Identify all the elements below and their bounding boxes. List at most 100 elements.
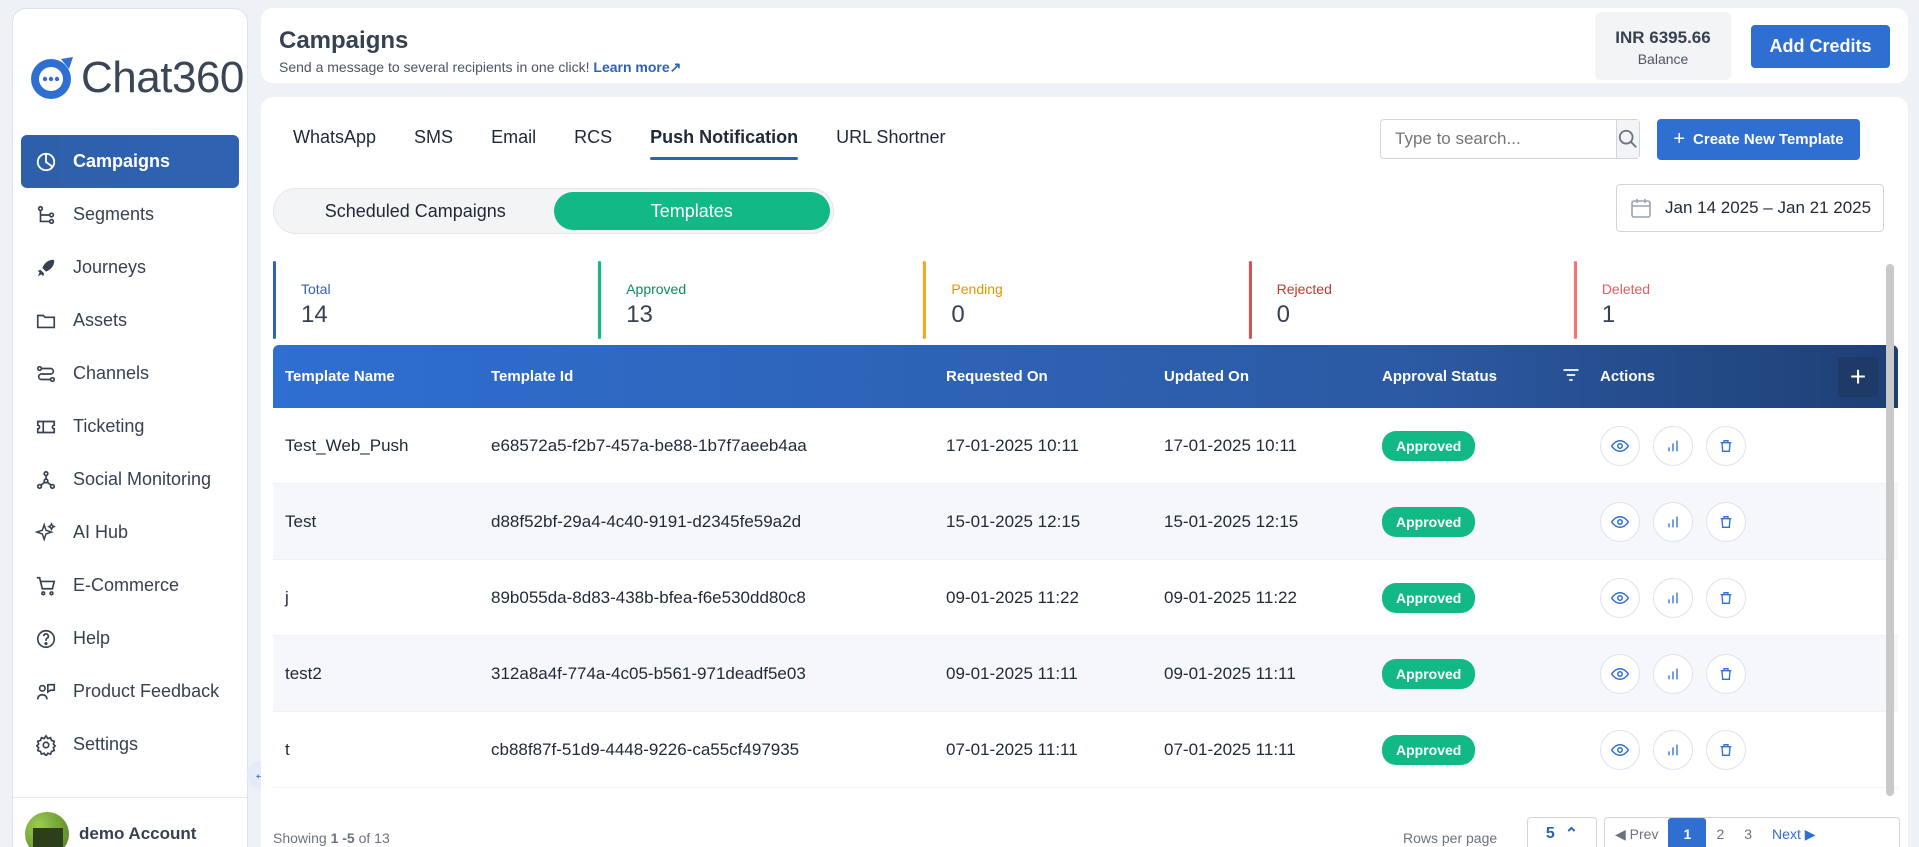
analytics-button[interactable] <box>1653 653 1693 694</box>
sidebar-item-label: Ticketing <box>73 416 145 436</box>
row-actions <box>1600 501 1898 542</box>
showing-prefix: Showing <box>273 830 331 846</box>
sidebar-item-label: Segments <box>73 204 155 224</box>
eye-icon <box>1611 743 1629 756</box>
delete-button[interactable] <box>1706 577 1746 618</box>
sparkle-icon <box>35 521 56 542</box>
search-icon <box>1618 129 1637 148</box>
create-new-template-button[interactable]: + Create New Template <box>1657 119 1860 160</box>
sidebar-item-journeys[interactable]: Journeys <box>21 241 239 294</box>
chevron-up-icon: ⌃ <box>1564 826 1579 843</box>
delete-button[interactable] <box>1706 729 1746 770</box>
rocket-icon <box>37 259 55 276</box>
sidebar-item-e-commerce[interactable]: E-Commerce <box>21 559 239 612</box>
cell-approval-status: Approved <box>1382 658 1600 689</box>
trash-icon <box>1720 743 1732 756</box>
cell-template-name: Test_Web_Push <box>285 435 409 455</box>
analytics-button[interactable] <box>1653 425 1693 466</box>
vertical-scrollbar[interactable] <box>1886 264 1894 796</box>
stat-value: 13 <box>626 301 653 328</box>
search-button[interactable] <box>1616 120 1639 158</box>
account-menu[interactable]: demo Account <box>13 797 247 847</box>
cell-updated-on: 09-01-2025 11:11 <box>1164 663 1296 683</box>
pagination: ◀ Prev 1 2 3 Next ▶ <box>1604 817 1900 847</box>
view-button[interactable] <box>1600 729 1640 770</box>
cell-updated-on: 07-01-2025 11:11 <box>1164 739 1296 759</box>
view-button[interactable] <box>1600 425 1640 466</box>
showing-range: 1 -5 <box>330 830 355 846</box>
brand-logo[interactable]: Chat360 <box>27 53 244 103</box>
sidebar-item-label: Campaigns <box>73 151 171 171</box>
add-credits-button[interactable]: Add Credits <box>1751 25 1890 68</box>
add-column-button[interactable]: + <box>1838 357 1878 397</box>
feedback-icon <box>36 683 56 699</box>
date-range-picker[interactable]: Jan 14 2025 – Jan 21 2025 <box>1616 184 1884 232</box>
search-input[interactable] <box>1381 120 1616 158</box>
eye-icon <box>1611 667 1629 680</box>
view-button[interactable] <box>1600 653 1640 694</box>
sidebar-item-help[interactable]: Help <box>21 612 239 665</box>
header-updated-on[interactable]: Updated On <box>1164 368 1382 385</box>
view-button[interactable] <box>1600 577 1640 618</box>
tab-rcs[interactable]: RCS <box>574 127 612 160</box>
cell-template-name: t <box>285 739 290 759</box>
next-page-button[interactable]: Next ▶ <box>1762 818 1825 847</box>
cell-requested-on: 09-01-2025 11:11 <box>946 663 1078 683</box>
header-template-id[interactable]: Template Id <box>491 368 946 385</box>
sidebar-item-social-monitoring[interactable]: Social Monitoring <box>21 453 239 506</box>
filter-icon[interactable] <box>1561 365 1581 389</box>
sidebar-item-channels[interactable]: Channels <box>21 347 239 400</box>
cell-template-id: 312a8a4f-774a-4c05-b561-971deadf5e03 <box>491 663 806 683</box>
sidebar-item-campaigns[interactable]: Campaigns <box>21 135 239 188</box>
trash-icon <box>1720 591 1732 604</box>
chat-bubble-logo-icon <box>27 53 77 103</box>
tab-email[interactable]: Email <box>491 127 536 160</box>
stat-pending: Pending 0 <box>923 261 1249 339</box>
sidebar-item-settings[interactable]: Settings <box>21 718 239 771</box>
cell-template-id: cb88f87f-51d9-4448-9226-ca55cf497935 <box>491 739 800 759</box>
prev-page-button[interactable]: ◀ Prev <box>1605 818 1668 847</box>
avatar <box>25 812 69 847</box>
tab-whatsapp[interactable]: WhatsApp <box>293 127 376 160</box>
status-badge: Approved <box>1382 734 1476 765</box>
network-icon <box>36 470 56 489</box>
delete-button[interactable] <box>1706 501 1746 542</box>
tab-url-shortner[interactable]: URL Shortner <box>836 127 945 160</box>
page-button-2[interactable]: 2 <box>1706 818 1734 847</box>
cell-approval-status: Approved <box>1382 506 1600 537</box>
eye-icon <box>1611 591 1629 604</box>
row-actions <box>1600 729 1898 770</box>
delete-button[interactable] <box>1706 425 1746 466</box>
sidebar-item-label: Product Feedback <box>73 681 220 701</box>
stat-value: 14 <box>301 301 328 328</box>
rows-per-page-label: Rows per page <box>1403 830 1498 846</box>
analytics-button[interactable] <box>1653 501 1693 542</box>
analytics-button[interactable] <box>1653 577 1693 618</box>
delete-button[interactable] <box>1706 653 1746 694</box>
learn-more-link[interactable]: Learn more↗ <box>593 59 681 75</box>
view-button[interactable] <box>1600 501 1640 542</box>
sidebar-item-label: Journeys <box>73 257 147 277</box>
sidebar-item-product-feedback[interactable]: Product Feedback <box>21 665 239 718</box>
toggle-scheduled-campaigns[interactable]: Scheduled Campaigns <box>277 192 554 230</box>
rows-per-page-select[interactable]: 5 ⌃ <box>1527 817 1597 847</box>
stat-label: Rejected <box>1276 281 1332 297</box>
sidebar-item-ai-hub[interactable]: AI Hub <box>21 506 239 559</box>
tab-sms[interactable]: SMS <box>414 127 453 160</box>
page-button-3[interactable]: 3 <box>1734 818 1762 847</box>
stats-bar: Total 14 Approved 13 Pending 0 Rejected … <box>273 261 1898 339</box>
header-template-name[interactable]: Template Name <box>273 368 491 385</box>
page-button-1[interactable]: 1 <box>1668 818 1707 847</box>
analytics-button[interactable] <box>1653 729 1693 770</box>
page-title: Campaigns <box>279 27 409 54</box>
tab-push-notification[interactable]: Push Notification <box>650 127 799 160</box>
sidebar-item-assets[interactable]: Assets <box>21 294 239 347</box>
cell-template-id: e68572a5-f2b7-457a-be88-1b7f7aeeb4aa <box>491 435 807 455</box>
sidebar-item-ticketing[interactable]: Ticketing <box>21 400 239 453</box>
cell-updated-on: 15-01-2025 12:15 <box>1164 511 1299 531</box>
cell-requested-on: 07-01-2025 11:11 <box>946 739 1078 759</box>
sidebar-item-segments[interactable]: Segments <box>21 188 239 241</box>
toggle-templates[interactable]: Templates <box>553 192 830 230</box>
header-requested-on[interactable]: Requested On <box>946 368 1164 385</box>
table-row: t cb88f87f-51d9-4448-9226-ca55cf497935 0… <box>273 712 1898 788</box>
